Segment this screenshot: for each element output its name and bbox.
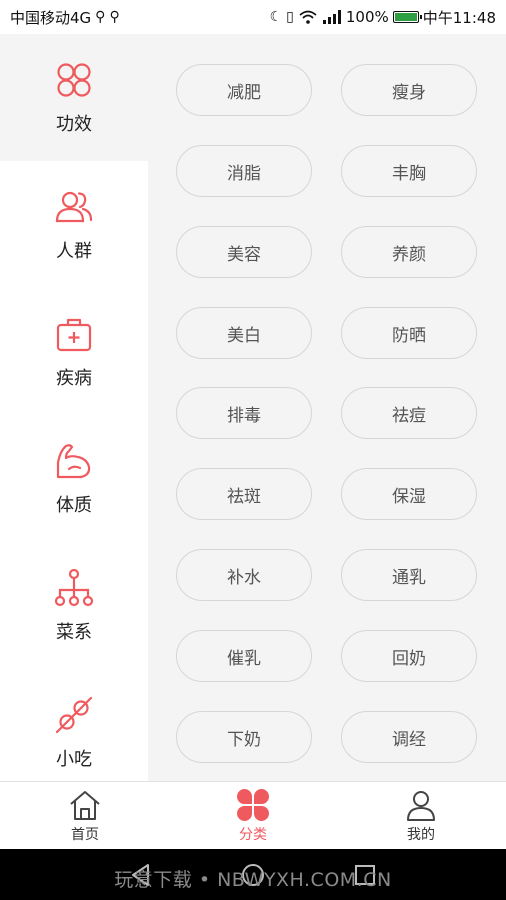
clover-icon — [237, 789, 269, 821]
tag-button[interactable]: 调经 — [341, 711, 477, 763]
tab-label: 我的 — [407, 827, 435, 843]
tag-button[interactable]: 补水 — [176, 549, 312, 601]
battery-icon — [392, 11, 422, 23]
home-icon — [70, 791, 100, 820]
sidebar-item-disease[interactable]: 疾病 — [0, 288, 148, 415]
tag-button[interactable]: 祛痘 — [341, 387, 477, 439]
sidebar-item-label: 菜系 — [56, 621, 92, 643]
sidebar-item-constitution[interactable]: 体质 — [0, 415, 148, 542]
moon-icon: ☾ — [269, 9, 283, 25]
tag-button[interactable]: 减肥 — [176, 64, 312, 116]
tag-button[interactable]: 回奶 — [341, 630, 477, 682]
skewer-icon — [55, 696, 93, 733]
tag-button[interactable]: 祛斑 — [176, 468, 312, 520]
bottom-tab-bar: 首页 分类 我的 — [0, 781, 506, 849]
category-sidebar: 功效 人群 疾病 体质 菜系 小吃 — [0, 34, 148, 781]
tab-profile[interactable]: 我的 — [361, 782, 481, 850]
tag-button[interactable]: 丰胸 — [341, 145, 477, 197]
sidebar-item-label: 体质 — [56, 494, 92, 516]
tag-button[interactable]: 下奶 — [176, 711, 312, 763]
tag-button[interactable]: 排毒 — [176, 387, 312, 439]
muscle-arm-icon — [56, 443, 91, 478]
tab-label: 首页 — [71, 827, 99, 843]
tab-category[interactable]: 分类 — [193, 782, 313, 850]
usb-icon: ⚲ — [109, 9, 120, 25]
user-icon — [407, 791, 435, 821]
back-icon[interactable] — [128, 862, 154, 888]
tag-button[interactable]: 消脂 — [176, 145, 312, 197]
home-nav-icon[interactable] — [240, 862, 266, 888]
recents-icon[interactable] — [352, 862, 378, 888]
usb-icon: ⚲ — [95, 9, 106, 25]
tag-button[interactable]: 防晒 — [341, 307, 477, 359]
sidebar-item-snacks[interactable]: 小吃 — [0, 669, 148, 796]
hierarchy-icon — [54, 568, 94, 606]
tab-home[interactable]: 首页 — [25, 782, 145, 850]
tag-button[interactable]: 通乳 — [341, 549, 477, 601]
sidebar-item-cuisine[interactable]: 菜系 — [0, 542, 148, 669]
people-icon — [55, 191, 93, 222]
wifi-icon — [299, 10, 317, 24]
category-panel: 功效 人群 疾病 体质 菜系 小吃 减肥 瘦身 消脂 丰胸 美容 养颜 美白 防… — [0, 34, 506, 781]
status-bar: 中国移动4G ⚲ ⚲ ☾ ▯ 100% 中午11:48 — [0, 0, 506, 34]
battery-percent: 100% — [345, 8, 389, 26]
sidebar-item-efficacy[interactable]: 功效 — [0, 34, 148, 161]
sidebar-item-label: 人群 — [56, 240, 92, 262]
vibrate-icon: ▯ — [286, 9, 294, 25]
signal-icon — [322, 10, 341, 24]
tag-button[interactable]: 美容 — [176, 226, 312, 278]
sidebar-item-label: 疾病 — [56, 367, 92, 389]
sidebar-item-label: 小吃 — [56, 748, 92, 770]
tag-button[interactable]: 瘦身 — [341, 64, 477, 116]
tag-button[interactable]: 养颜 — [341, 226, 477, 278]
sidebar-item-label: 功效 — [56, 113, 92, 135]
four-circles-icon — [57, 62, 91, 97]
clock: 中午11:48 — [422, 8, 496, 27]
tab-label: 分类 — [239, 827, 267, 843]
carrier-label: 中国移动4G — [10, 8, 92, 27]
system-nav-bar — [0, 849, 506, 900]
tag-button[interactable]: 催乳 — [176, 630, 312, 682]
sidebar-item-people[interactable]: 人群 — [0, 161, 148, 288]
tag-button[interactable]: 保湿 — [341, 468, 477, 520]
medical-kit-icon — [56, 318, 92, 351]
tag-button[interactable]: 美白 — [176, 307, 312, 359]
